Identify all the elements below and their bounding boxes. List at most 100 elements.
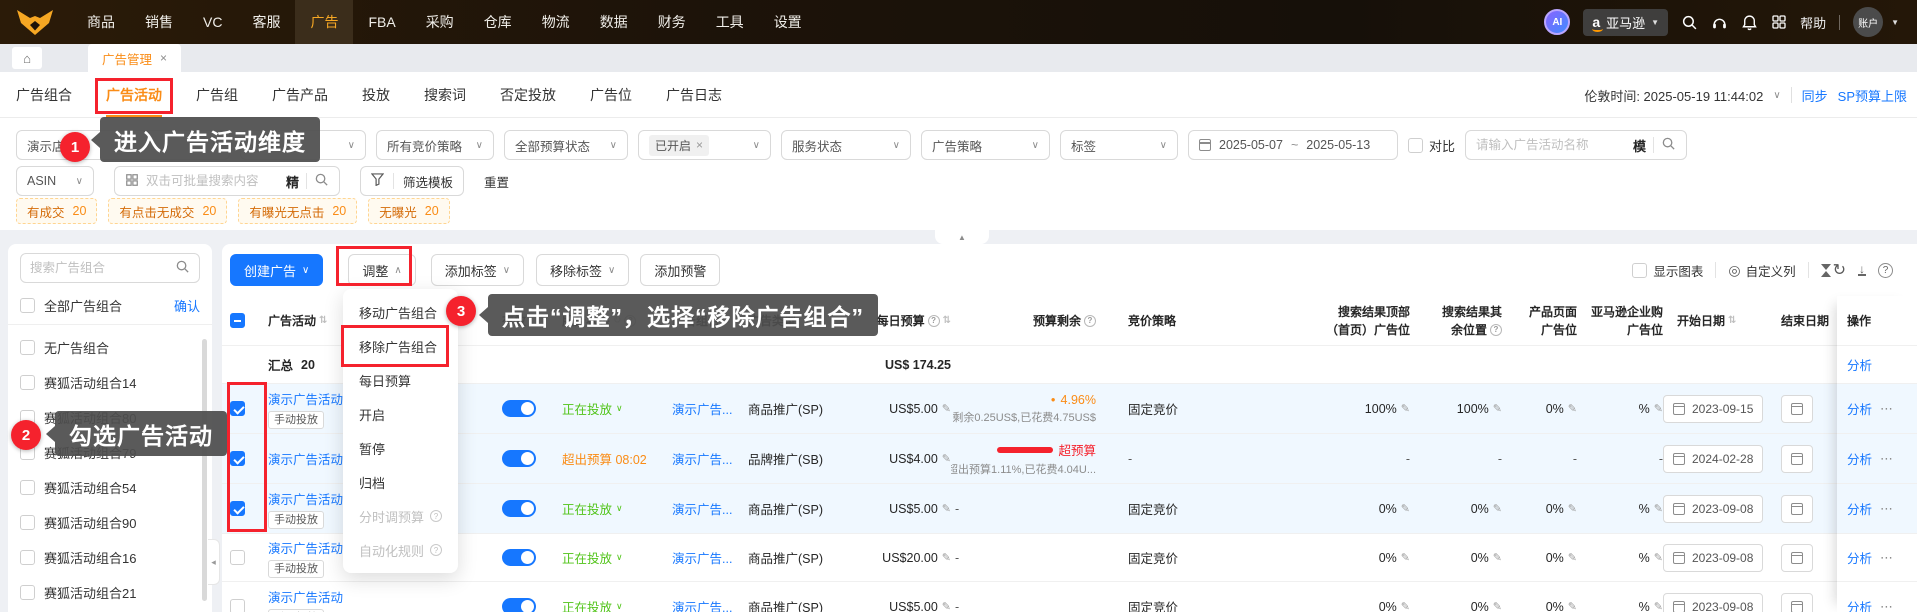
budget-status-select[interactable]: 全部预算状态 bbox=[504, 130, 628, 160]
portfolio-checkbox[interactable] bbox=[20, 515, 35, 530]
edit-icon[interactable] bbox=[1654, 600, 1663, 612]
analyze-link[interactable]: 分析 bbox=[1847, 548, 1872, 567]
search-icon[interactable] bbox=[175, 259, 190, 277]
sort-icon[interactable] bbox=[943, 315, 951, 326]
edit-icon[interactable] bbox=[1654, 402, 1663, 415]
start-date-picker[interactable]: 2023-09-15 bbox=[1663, 395, 1763, 423]
adjust-menu-item[interactable]: 移除广告组合 bbox=[343, 329, 458, 363]
quick-filter-chip[interactable]: 有成交20 bbox=[16, 198, 97, 224]
adjust-button[interactable]: 调整 bbox=[348, 254, 415, 286]
create-ad-button[interactable]: 创建广告 bbox=[230, 254, 323, 286]
select-all-portfolios-checkbox[interactable] bbox=[20, 298, 35, 313]
portfolio-item[interactable]: 赛狐活动组合90 bbox=[20, 511, 198, 533]
confirm-button[interactable]: 确认 bbox=[174, 296, 200, 315]
help-link[interactable]: 帮助 bbox=[1800, 13, 1826, 32]
topnav-item[interactable]: 采购 bbox=[411, 0, 469, 44]
subnav-item[interactable]: 广告位 bbox=[590, 85, 632, 105]
chevron-down-icon[interactable] bbox=[1773, 90, 1780, 101]
sp-budget-cap-link[interactable]: SP预算上限 bbox=[1838, 86, 1907, 105]
portfolio-link[interactable]: 演示广告... bbox=[672, 399, 732, 418]
subnav-item[interactable]: 广告组 bbox=[196, 85, 238, 105]
bid-strategy-select[interactable]: 所有竞价策略 bbox=[376, 130, 494, 160]
edit-icon[interactable] bbox=[1654, 551, 1663, 564]
subnav-item[interactable]: 搜索词 bbox=[424, 85, 466, 105]
adjust-menu-item[interactable]: 归档 bbox=[343, 465, 458, 499]
topnav-item[interactable]: 工具 bbox=[701, 0, 759, 44]
enabled-toggle[interactable] bbox=[502, 400, 536, 417]
portfolio-item[interactable]: 赛狐活动组合21 bbox=[20, 581, 198, 603]
select-all-rows-checkbox[interactable] bbox=[230, 313, 245, 328]
enabled-toggle[interactable] bbox=[502, 549, 536, 566]
start-date-picker[interactable]: 2023-09-08 bbox=[1663, 544, 1763, 572]
edit-icon[interactable] bbox=[1568, 551, 1577, 564]
edit-icon[interactable] bbox=[1401, 502, 1410, 515]
service-status[interactable]: 正在投放 bbox=[562, 499, 672, 518]
campaign-name-search[interactable]: 模 bbox=[1465, 130, 1687, 160]
row-checkbox[interactable] bbox=[230, 599, 245, 612]
start-date-picker[interactable]: 2023-09-08 bbox=[1663, 593, 1763, 612]
quick-filter-chip[interactable]: 无曝光20 bbox=[368, 198, 449, 224]
col-start-date[interactable]: 开始日期 bbox=[1663, 312, 1781, 329]
sort-icon[interactable] bbox=[1728, 315, 1736, 326]
app-logo-fox-icon[interactable] bbox=[14, 8, 60, 36]
show-chart-checkbox[interactable]: 显示图表 bbox=[1632, 261, 1703, 280]
portfolio-checkbox[interactable] bbox=[20, 375, 35, 390]
portfolio-item[interactable]: 无广告组合 bbox=[20, 336, 198, 358]
analyze-link[interactable]: 分析 bbox=[1847, 597, 1872, 612]
exact-match-toggle[interactable]: 精 bbox=[286, 172, 299, 191]
adjust-menu-item[interactable]: 自动化规则 bbox=[343, 533, 458, 567]
adjust-menu-item[interactable]: 暂停 bbox=[343, 431, 458, 465]
edit-icon[interactable] bbox=[942, 452, 951, 465]
refresh-icon[interactable] bbox=[1833, 260, 1846, 280]
ai-assistant-button[interactable]: AI bbox=[1544, 9, 1570, 35]
more-actions-icon[interactable] bbox=[1880, 501, 1893, 517]
portfolio-item[interactable]: 赛狐活动组合54 bbox=[20, 476, 198, 498]
edit-icon[interactable] bbox=[1568, 502, 1577, 515]
end-date-picker[interactable] bbox=[1781, 495, 1813, 523]
edit-icon[interactable] bbox=[942, 600, 951, 612]
topnav-item[interactable]: 仓库 bbox=[469, 0, 527, 44]
campaign-link[interactable]: 演示广告活动 bbox=[268, 587, 343, 606]
campaign-link[interactable]: 演示广告活动 bbox=[268, 389, 343, 408]
date-range-picker[interactable]: 2025-05-07 ~ 2025-05-13 bbox=[1188, 130, 1398, 160]
adjust-menu-item[interactable]: 移动广告组合 bbox=[343, 295, 458, 329]
portfolio-link[interactable]: 演示广告... bbox=[672, 548, 732, 567]
batch-search-box[interactable]: 精 bbox=[114, 166, 340, 196]
end-date-picker[interactable] bbox=[1781, 593, 1813, 612]
portfolio-checkbox[interactable] bbox=[20, 585, 35, 600]
portfolio-link[interactable]: 演示广告... bbox=[672, 449, 732, 468]
quick-filter-chip[interactable]: 有曝光无点击20 bbox=[238, 198, 357, 224]
edit-icon[interactable] bbox=[1654, 502, 1663, 515]
home-tab-icon[interactable] bbox=[12, 47, 42, 69]
service-status-select[interactable]: 服务状态 bbox=[781, 130, 911, 160]
edit-icon[interactable] bbox=[1493, 502, 1502, 515]
adjust-menu-item[interactable]: 开启 bbox=[343, 397, 458, 431]
more-actions-icon[interactable] bbox=[1880, 550, 1893, 566]
batch-search-input[interactable] bbox=[146, 174, 279, 188]
edit-icon[interactable] bbox=[1568, 600, 1577, 612]
enabled-toggle[interactable] bbox=[502, 450, 536, 467]
portfolio-item[interactable]: 赛狐活动组合16 bbox=[20, 546, 198, 568]
portfolio-checkbox[interactable] bbox=[20, 550, 35, 565]
row-checkbox[interactable] bbox=[230, 401, 245, 416]
marketplace-selector[interactable]: a 亚马逊 ▼ bbox=[1583, 9, 1668, 36]
search-icon[interactable] bbox=[1681, 14, 1698, 31]
row-checkbox[interactable] bbox=[230, 451, 245, 466]
topnav-item[interactable]: 商品 bbox=[72, 0, 130, 44]
service-status[interactable]: 正在投放 bbox=[562, 399, 672, 418]
quick-filter-chip[interactable]: 有点击无成交20 bbox=[108, 198, 227, 224]
sort-icon[interactable] bbox=[319, 315, 327, 326]
edit-icon[interactable] bbox=[1401, 402, 1410, 415]
table-row[interactable]: 演示广告活动手动投放 正在投放 演示广告... 商品推广(SP) US$20.0… bbox=[222, 534, 1917, 582]
portfolio-checkbox[interactable] bbox=[20, 340, 35, 355]
analyze-link[interactable]: 分析 bbox=[1847, 449, 1872, 468]
apps-grid-icon[interactable] bbox=[1771, 14, 1787, 30]
search-icon[interactable] bbox=[1661, 136, 1676, 154]
bell-icon[interactable] bbox=[1741, 14, 1758, 31]
more-actions-icon[interactable] bbox=[1880, 599, 1893, 612]
adjust-menu-item[interactable]: 每日预算 bbox=[343, 363, 458, 397]
topnav-item[interactable]: 广告 bbox=[295, 0, 353, 44]
edit-icon[interactable] bbox=[1493, 402, 1502, 415]
more-actions-icon[interactable] bbox=[1880, 401, 1893, 417]
table-row[interactable]: 演示广告活动手动投放 正在投放 演示广告... 商品推广(SP) US$5.00… bbox=[222, 484, 1917, 534]
